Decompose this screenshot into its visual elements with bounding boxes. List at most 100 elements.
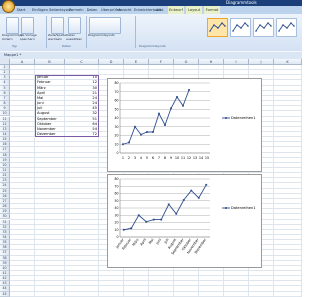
tab-daten[interactable]: Daten [86,6,98,14]
data-point [182,199,185,201]
x-tick-label: 14 [199,156,203,160]
rb-label-2: Zeile/Spalte wechseln [48,33,66,41]
y-tick-label: 70 [114,184,118,188]
x-tick-label: 1 [122,156,124,160]
x-tick-label: März [132,238,140,247]
y-tick-label: 10 [114,228,118,232]
data-point [146,131,148,133]
ribbon-divider [46,16,47,48]
data-point [137,214,140,217]
group-label-data: Daten [62,44,72,48]
column-header-e[interactable]: E [124,59,149,65]
data-point [130,227,133,230]
x-tick-label: 15 [205,156,209,160]
x-tick-label: 9 [170,156,172,160]
y-tick-label: 0 [116,151,118,155]
series-line [122,89,190,145]
gridline [10,69,302,71]
tab-ansicht[interactable]: Ansicht [118,6,132,14]
x-tick-label: 3 [134,156,136,160]
data-point [128,141,130,144]
column-header-a[interactable]: A [10,59,35,65]
column-header-c[interactable]: C [65,59,99,65]
column-header-j[interactable]: J [249,59,274,65]
chart-2[interactable]: 0 10 20 30 40 50 60 70 80 Januar Februar März April M… [107,174,262,268]
y-tick-label: 10 [114,142,118,146]
x-tick-label: Juni [155,238,162,246]
legend-label: Datenreihen1 [231,206,256,210]
ribbon-divider [86,16,87,48]
legend-label: Datenreihen1 [231,116,256,120]
tab-entwicklertools[interactable]: Entwicklertools [134,6,161,14]
chart-1[interactable]: 0 10 20 30 40 50 60 70 80 1 2 3 4 5 6 7 8 9 10 11 12 13 14 15 Da… [107,78,262,172]
x-tick-label: 8 [164,156,166,160]
column-header-b[interactable]: B [35,59,65,65]
x-tick-label: 4 [140,156,142,160]
tab-formeln[interactable]: Formeln [69,6,84,14]
column-header-k[interactable]: K [274,59,302,65]
y-tick-label: 60 [114,99,118,103]
chart-style-thumbnail[interactable] [253,18,274,37]
selected-range[interactable] [35,75,99,138]
gridline [10,280,302,282]
rb-label-0: Diagrammtyp ändern [2,33,23,41]
ribbon-divider [135,16,136,48]
save-as-template-button[interactable] [21,17,34,34]
legend-marker [225,207,227,209]
data-point [122,228,125,231]
y-tick-label: 60 [114,192,118,196]
y-tick-label: 50 [114,199,118,203]
x-tick-label: 13 [193,156,197,160]
rb-label-3: Daten auswählen [66,33,83,41]
data-point [158,112,160,115]
tab-format[interactable]: Format [204,6,220,14]
tab-einfügen[interactable]: Einfügen [32,6,48,14]
gridline [10,285,302,287]
tab-seitenlayout[interactable]: Seitenlayout [49,6,72,14]
y-tick-label: 0 [116,235,118,239]
x-tick-label: 11 [181,156,185,160]
data-point [160,218,163,221]
workbook-name: Mappe1 * [4,53,22,57]
x-tick-label: Mai [148,238,155,245]
chart-style-thumbnail[interactable] [207,18,228,37]
data-point [176,96,178,98]
y-tick-label: 40 [114,206,118,210]
y-tick-label: 20 [114,134,118,138]
tab-entwurf[interactable]: Entwurf [168,6,184,14]
gridline [10,172,302,174]
line-chart-months: 01020304050607080JanuarFebruar März April M… [114,177,256,255]
window-title: Diagrammtools [226,0,257,5]
change-chart-type-button[interactable] [6,17,19,34]
column-header-h[interactable]: H [199,59,224,65]
data-point [205,183,208,186]
gridline [10,270,302,271]
data-point [197,196,200,199]
switch-row-column-button[interactable] [51,17,64,34]
x-tick-label: April [139,238,147,247]
series-line [123,184,207,231]
x-tick-label: 2 [128,156,130,160]
line-chart-numbered: 010203040506070801 2 3 4 5 6 7 8 9 10 11 12 13 14 15Da… [114,81,256,160]
data-point [152,131,154,133]
x-tick-label: 10 [175,156,179,160]
y-tick-label: 20 [114,221,118,225]
y-tick-label: 80 [114,177,118,181]
column-header-f[interactable]: F [149,59,174,65]
data-point [134,125,136,128]
tab-start[interactable]: Start [14,6,28,14]
chart-layouts-button[interactable] [89,17,121,34]
column-header-d[interactable]: D [99,59,124,65]
data-point [190,189,193,192]
y-tick-label: 40 [114,116,118,120]
chart-style-thumbnail[interactable] [230,18,251,37]
tab-add-ins[interactable]: Add-Ins [154,6,166,20]
column-header-g[interactable]: G [174,59,199,65]
column-header-i[interactable]: I [224,59,249,65]
tab-überprüfen[interactable]: Überprüfen [101,6,121,14]
tab-layout[interactable]: Layout [186,6,202,14]
select-data-button[interactable] [68,17,81,34]
y-tick-label: 30 [114,213,118,217]
x-tick-label: 6 [152,156,154,160]
chart-style-thumbnail[interactable] [276,18,297,37]
